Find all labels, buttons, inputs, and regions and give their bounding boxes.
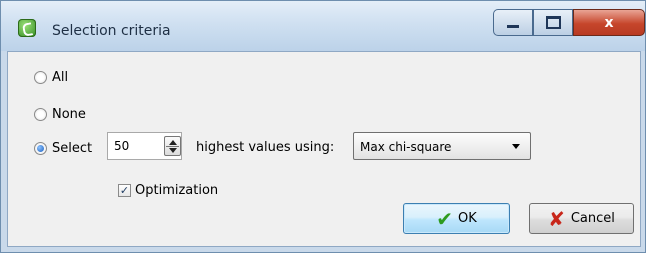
title-bar[interactable]: Selection criteria x bbox=[1, 1, 645, 51]
count-input[interactable]: 50 bbox=[107, 132, 182, 160]
ok-label: OK bbox=[458, 211, 477, 226]
method-select[interactable]: Max chi-square bbox=[353, 132, 531, 160]
window-title: Selection criteria bbox=[52, 23, 171, 39]
radio-none[interactable] bbox=[34, 108, 47, 121]
method-selected-value: Max chi-square bbox=[360, 140, 452, 154]
minimize-icon bbox=[507, 25, 519, 28]
radio-none-row[interactable]: None bbox=[34, 107, 86, 122]
radio-all-label: All bbox=[52, 70, 69, 85]
chevron-down-icon bbox=[512, 144, 520, 149]
checkmark-icon: ✔ bbox=[436, 206, 453, 231]
app-icon bbox=[18, 19, 36, 37]
radio-all-row[interactable]: All bbox=[34, 70, 68, 85]
window-controls: x bbox=[493, 9, 645, 39]
optimization-checkbox[interactable]: ✓ bbox=[118, 184, 131, 197]
spin-divider bbox=[166, 146, 179, 147]
dialog-window: Selection criteria x All None Select 50 … bbox=[0, 0, 646, 253]
radio-select[interactable] bbox=[34, 142, 47, 155]
count-spinner[interactable] bbox=[164, 136, 181, 156]
radio-select-label: Select bbox=[52, 141, 93, 156]
minimize-button[interactable] bbox=[493, 9, 533, 36]
close-button[interactable]: x bbox=[573, 9, 645, 36]
checkmark-icon: ✓ bbox=[119, 184, 130, 197]
highest-values-label: highest values using: bbox=[196, 140, 335, 155]
maximize-icon bbox=[545, 16, 561, 29]
dialog-content: All None Select 50 highest values using:… bbox=[7, 51, 641, 247]
radio-select-row[interactable]: Select bbox=[34, 141, 92, 156]
maximize-button[interactable] bbox=[533, 9, 573, 36]
cancel-label: Cancel bbox=[570, 211, 615, 226]
spin-down-icon[interactable] bbox=[169, 148, 177, 153]
cancel-x-icon: ✘ bbox=[548, 206, 565, 231]
radio-none-label: None bbox=[52, 107, 86, 122]
radio-all[interactable] bbox=[34, 71, 47, 84]
optimization-row[interactable]: ✓ Optimization bbox=[118, 183, 218, 198]
ok-button[interactable]: ✔ OK bbox=[403, 203, 510, 234]
close-icon: x bbox=[604, 14, 614, 31]
spin-up-icon[interactable] bbox=[169, 140, 177, 145]
cancel-button[interactable]: ✘ Cancel bbox=[529, 203, 634, 234]
optimization-label: Optimization bbox=[135, 183, 219, 198]
count-value: 50 bbox=[114, 139, 130, 153]
